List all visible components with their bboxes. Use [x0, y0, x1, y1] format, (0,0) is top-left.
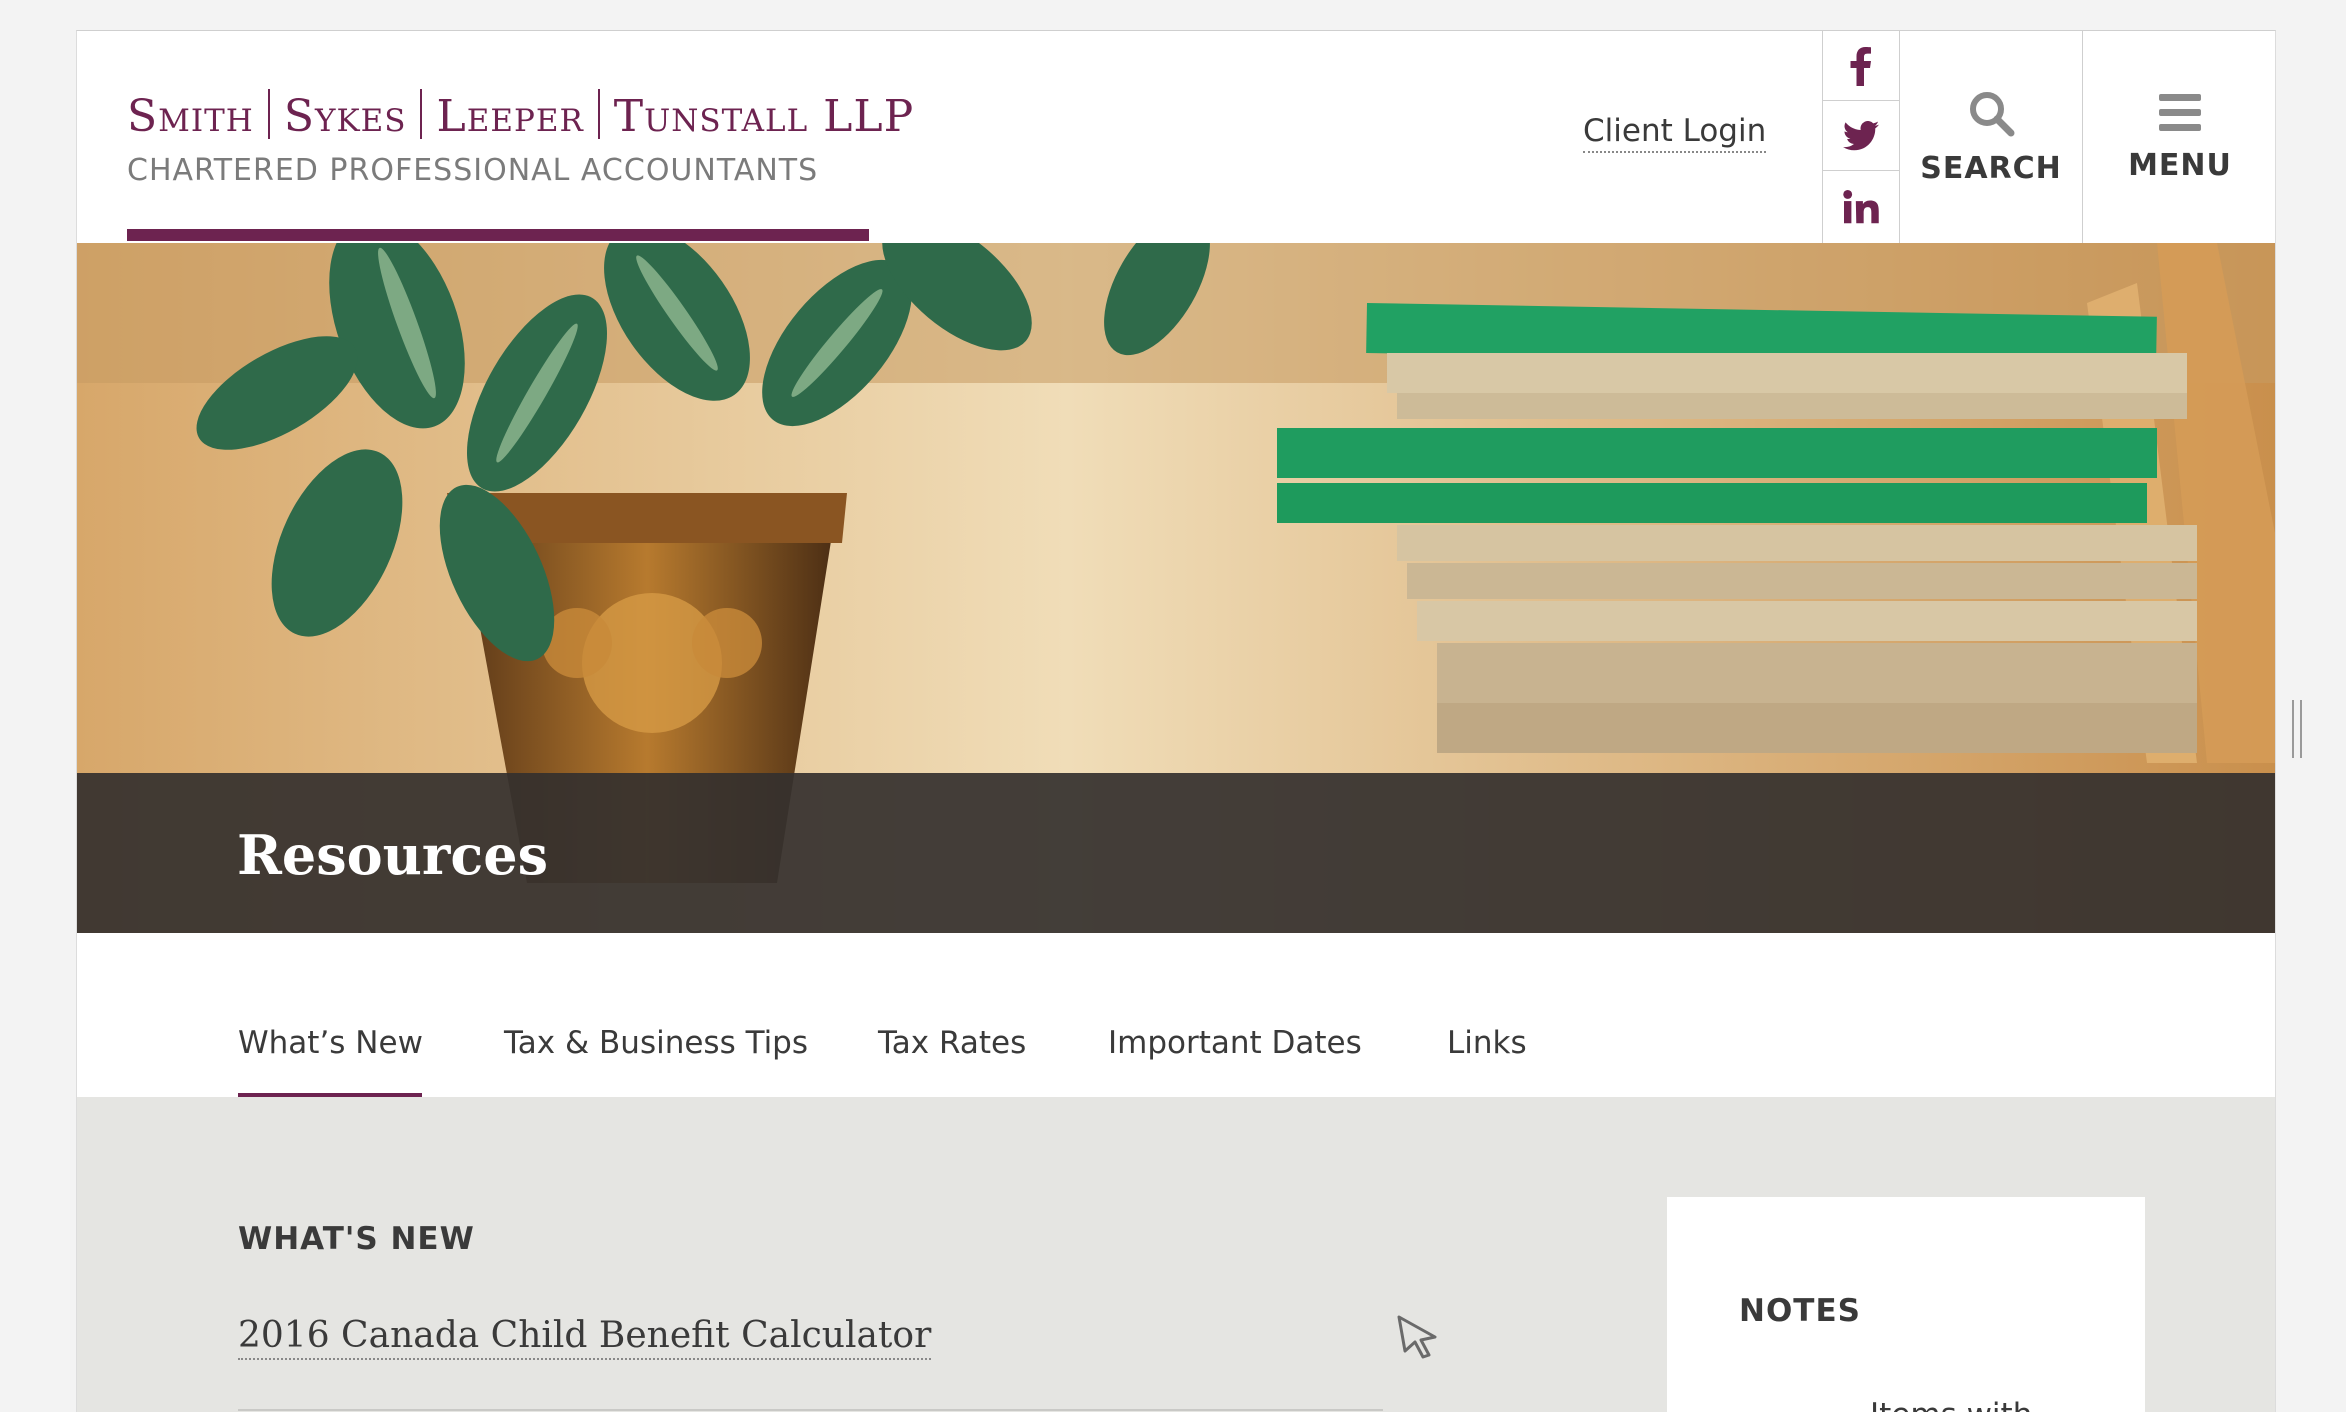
menu-label: MENU	[2128, 147, 2232, 183]
logo-part: Tunstall LLP	[613, 91, 915, 142]
logo-tagline: CHARTERED PROFESSIONAL ACCOUNTANTS	[127, 153, 819, 188]
hamburger-icon	[2159, 93, 2201, 131]
article-link[interactable]: 2016 Canada Child Benefit Calculator	[238, 1315, 932, 1360]
search-label: SEARCH	[1920, 150, 2062, 186]
scrollbar-handle[interactable]	[2292, 700, 2302, 758]
tab-important-dates[interactable]: Important Dates	[1108, 1025, 1362, 1061]
logo[interactable]: Smith Sykes Leeper Tunstall LLP CHARTERED P…	[127, 89, 913, 188]
search-icon	[1970, 91, 2015, 136]
logo-separator	[420, 89, 423, 139]
resource-tabs: What’s New Tax & Business Tips Tax Rates…	[77, 933, 2275, 1097]
linkedin-icon	[1843, 189, 1879, 223]
notes-title: NOTES	[1739, 1293, 1861, 1329]
social-links	[1822, 31, 1900, 243]
facebook-icon	[1850, 46, 1871, 86]
client-login-link[interactable]: Client Login	[1583, 113, 1767, 153]
logo-accent-bar	[127, 229, 869, 241]
tab-links[interactable]: Links	[1447, 1025, 1527, 1061]
cursor-arrow-icon	[1397, 1315, 1437, 1359]
site-header: Smith Sykes Leeper Tunstall LLP CHARTERED P…	[77, 31, 2275, 243]
search-button[interactable]: SEARCH	[1900, 31, 2083, 243]
hero-banner: Resources	[77, 243, 2275, 933]
twitter-link[interactable]	[1823, 101, 1899, 171]
tab-tax-business-tips[interactable]: Tax & Business Tips	[504, 1025, 808, 1061]
logo-firm-name: Smith Sykes Leeper Tunstall LLP	[127, 89, 913, 142]
notes-text: Items with	[1870, 1397, 2032, 1412]
twitter-icon	[1843, 120, 1879, 150]
page: Smith Sykes Leeper Tunstall LLP CHARTERED P…	[76, 30, 2276, 1412]
menu-button[interactable]: MENU	[2083, 31, 2275, 243]
page-title: Resources	[237, 823, 549, 887]
tab-whats-new[interactable]: What’s New	[238, 1025, 423, 1061]
section-heading: WHAT'S NEW	[238, 1221, 475, 1257]
logo-separator	[267, 89, 270, 139]
notes-panel: NOTES Items with	[1667, 1197, 2145, 1412]
logo-part: Leeper	[436, 91, 584, 142]
logo-part: Sykes	[283, 91, 407, 142]
logo-separator	[597, 89, 600, 139]
cursor-arrow-icon[interactable]	[1395, 1313, 1441, 1363]
logo-part: Smith	[127, 91, 254, 142]
linkedin-link[interactable]	[1823, 171, 1899, 242]
list-divider	[238, 1409, 1383, 1411]
facebook-link[interactable]	[1823, 31, 1899, 101]
tab-tax-rates[interactable]: Tax Rates	[878, 1025, 1026, 1061]
